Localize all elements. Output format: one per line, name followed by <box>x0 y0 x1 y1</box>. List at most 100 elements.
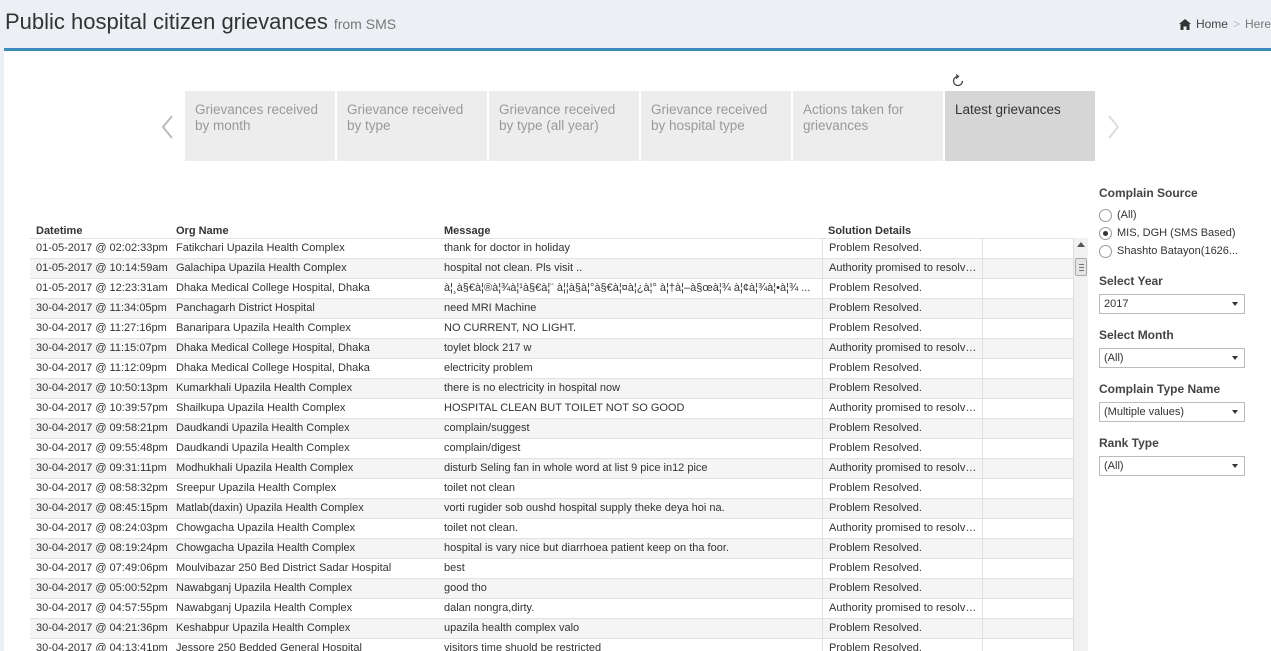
month-select[interactable]: (All) <box>1099 348 1245 368</box>
table-row[interactable]: 30-04-2017 @ 08:45:15pm Matlab(daxin) Upa… <box>30 498 1073 518</box>
cell-datetime: 30-04-2017 @ 11:34:05pm <box>36 302 167 314</box>
table-row[interactable]: 30-04-2017 @ 04:21:36pm Keshabpur Upazila… <box>30 618 1073 638</box>
cell-datetime: 30-04-2017 @ 04:21:36pm <box>36 622 168 634</box>
complain-type-select[interactable]: (Multiple values) <box>1099 402 1245 422</box>
cell-empty <box>982 399 1073 418</box>
table-row[interactable]: 30-04-2017 @ 08:19:24pm Chowgacha Upazila… <box>30 538 1073 558</box>
cell-datetime: 30-04-2017 @ 08:58:32pm <box>36 482 168 494</box>
cell-org-name: Keshabpur Upazila Health Complex <box>176 622 351 634</box>
table-row[interactable]: 30-04-2017 @ 04:57:55pm Nawabganj Upazila… <box>30 598 1073 618</box>
scroll-thumb[interactable] <box>1075 258 1087 276</box>
column-header-datetime[interactable]: Datetime <box>30 225 170 237</box>
table-row[interactable]: 30-04-2017 @ 07:49:06pm Moulvibazar 250 B… <box>30 558 1073 578</box>
cell-org-name: Chowgacha Upazila Health Complex <box>176 542 356 554</box>
breadcrumb-home-link[interactable]: Home <box>1196 17 1228 31</box>
radio-label: Shashto Batayon(1626... <box>1117 245 1239 257</box>
table-row[interactable]: 30-04-2017 @ 08:24:03pm Chowgacha Upazila… <box>30 518 1073 538</box>
cell-org-name: Chowgacha Upazila Health Complex <box>176 522 356 534</box>
tab-latest-grievances[interactable]: Latest grievances <box>945 91 1095 161</box>
grievance-table: Datetime Org Name Message Solution Detai… <box>30 225 1088 651</box>
cell-empty <box>982 419 1073 438</box>
tab-grievances-by-month[interactable]: Grievances received by month <box>185 91 335 161</box>
cell-empty <box>982 499 1073 518</box>
table-row[interactable]: 30-04-2017 @ 10:50:13pm Kumarkhali Upazil… <box>30 378 1073 398</box>
cell-org-name: Panchagarh District Hospital <box>176 302 315 314</box>
cell-empty <box>982 379 1073 398</box>
complain-source-option-mis-dgh[interactable]: MIS, DGH (SMS Based) <box>1099 224 1249 242</box>
cell-message: upazila health complex valo <box>444 622 580 634</box>
chevron-left-icon[interactable] <box>158 113 178 141</box>
table-row[interactable]: 30-04-2017 @ 09:55:48pm Daudkandi Upazila… <box>30 438 1073 458</box>
table-row[interactable]: 01-05-2017 @ 10:14:59am Galachipa Upazila… <box>30 258 1073 278</box>
table-scrollbar[interactable] <box>1073 238 1088 651</box>
table-row[interactable]: 01-05-2017 @ 02:02:33pm Fatikchari Upazil… <box>30 238 1073 258</box>
column-header-solution-details[interactable]: Solution Details <box>822 225 982 237</box>
cell-org-name: Kumarkhali Upazila Health Complex <box>176 382 353 394</box>
cell-message: best <box>444 562 465 574</box>
cell-empty <box>982 279 1073 298</box>
cell-org-name: Nawabganj Upazila Health Complex <box>176 582 353 594</box>
cell-org-name: Shailkupa Upazila Health Complex <box>176 402 346 414</box>
cell-message: disturb Seling fan in whole word at list… <box>444 462 708 474</box>
cell-solution-details: Problem Resolved. <box>822 499 982 518</box>
cell-org-name: Banaripara Upazila Health Complex <box>176 322 351 334</box>
home-icon[interactable] <box>1178 18 1191 30</box>
cell-datetime: 30-04-2017 @ 10:39:57pm <box>36 402 168 414</box>
table-row[interactable]: 30-04-2017 @ 04:13:41pm Jessore 250 Bedde… <box>30 638 1073 651</box>
radio-button[interactable] <box>1099 208 1112 222</box>
tab-grievance-by-type[interactable]: Grievance received by type <box>337 91 487 161</box>
cell-empty <box>982 639 1073 651</box>
breadcrumb-current: Here <box>1244 17 1271 31</box>
month-select-value: (All) <box>1104 352 1124 364</box>
table-row[interactable]: 30-04-2017 @ 11:27:16pm Banaripara Upazil… <box>30 318 1073 338</box>
radio-button[interactable] <box>1099 244 1112 258</box>
cell-datetime: 30-04-2017 @ 11:15:07pm <box>36 342 167 354</box>
filter-sidebar: Complain Source (All) MIS, DGH (SMS Base… <box>1099 186 1249 490</box>
tab-actions-taken[interactable]: Actions taken for grievances <box>793 91 943 161</box>
table-row[interactable]: 30-04-2017 @ 09:31:11pm Modhukhali Upazil… <box>30 458 1073 478</box>
radio-label: MIS, DGH (SMS Based) <box>1117 227 1236 239</box>
table-row[interactable]: 30-04-2017 @ 11:34:05pm Panchagarh Distri… <box>30 298 1073 318</box>
chevron-right-icon[interactable] <box>1103 113 1123 141</box>
page-title-text: Public hospital citizen grievances <box>5 9 328 34</box>
page-subtitle: from SMS <box>333 16 397 32</box>
story-tabs: Grievances received by month Grievance r… <box>185 91 1095 161</box>
page-title: Public hospital citizen grievances from S… <box>5 9 396 35</box>
scroll-up-arrow-icon[interactable] <box>1077 242 1085 247</box>
cell-org-name: Sreepur Upazila Health Complex <box>176 482 337 494</box>
cell-solution-details: Problem Resolved. <box>822 539 982 558</box>
column-header-org-name[interactable]: Org Name <box>170 225 438 237</box>
complain-source-option-all[interactable]: (All) <box>1099 206 1249 224</box>
cell-datetime: 30-04-2017 @ 07:49:06pm <box>36 562 168 574</box>
year-select[interactable]: 2017 <box>1099 294 1245 314</box>
table-row[interactable]: 30-04-2017 @ 08:58:32pm Sreepur Upazila H… <box>30 478 1073 498</box>
cell-message: NO CURRENT, NO LIGHT. <box>444 322 577 334</box>
cell-org-name: Dhaka Medical College Hospital, Dhaka <box>176 342 370 354</box>
cell-empty <box>982 559 1073 578</box>
table-row[interactable]: 30-04-2017 @ 11:15:07pm Dhaka Medical Col… <box>30 338 1073 358</box>
refresh-icon[interactable] <box>950 73 966 89</box>
table-row[interactable]: 30-04-2017 @ 05:00:52pm Nawabganj Upazila… <box>30 578 1073 598</box>
rank-type-title: Rank Type <box>1099 436 1159 450</box>
complain-type-filter: Complain Type Name (Multiple values) <box>1099 382 1249 422</box>
cell-org-name: Matlab(daxin) Upazila Health Complex <box>176 502 364 514</box>
radio-button-checked[interactable] <box>1099 226 1112 240</box>
cell-message: hospital not clean. Pls visit .. <box>444 262 583 274</box>
complain-source-filter: Complain Source (All) MIS, DGH (SMS Base… <box>1099 186 1249 260</box>
column-header-message[interactable]: Message <box>438 225 822 237</box>
cell-solution-details: Problem Resolved. <box>822 439 982 458</box>
rank-type-select[interactable]: (All) <box>1099 456 1245 476</box>
table-row[interactable]: 01-05-2017 @ 12:23:31am Dhaka Medical Col… <box>30 278 1073 298</box>
tab-grievance-by-hospital-type[interactable]: Grievance received by hospital type <box>641 91 791 161</box>
rank-type-filter: Rank Type (All) <box>1099 436 1249 476</box>
cell-message: hospital is vary nice but diarrhoea pati… <box>444 542 729 554</box>
table-row[interactable]: 30-04-2017 @ 11:12:09pm Dhaka Medical Col… <box>30 358 1073 378</box>
cell-org-name: Jessore 250 Bedded General Hospital <box>176 642 362 651</box>
cell-org-name: Daudkandi Upazila Health Complex <box>176 422 350 434</box>
table-row[interactable]: 30-04-2017 @ 09:58:21pm Daudkandi Upazila… <box>30 418 1073 438</box>
tab-grievance-by-type-all-year[interactable]: Grievance received by type (all year) <box>489 91 639 161</box>
table-row[interactable]: 30-04-2017 @ 10:39:57pm Shailkupa Upazila… <box>30 398 1073 418</box>
cell-solution-details: Problem Resolved. <box>822 359 982 378</box>
cell-datetime: 30-04-2017 @ 10:50:13pm <box>36 382 168 394</box>
complain-source-option-shashto-batayon[interactable]: Shashto Batayon(1626... <box>1099 242 1249 260</box>
